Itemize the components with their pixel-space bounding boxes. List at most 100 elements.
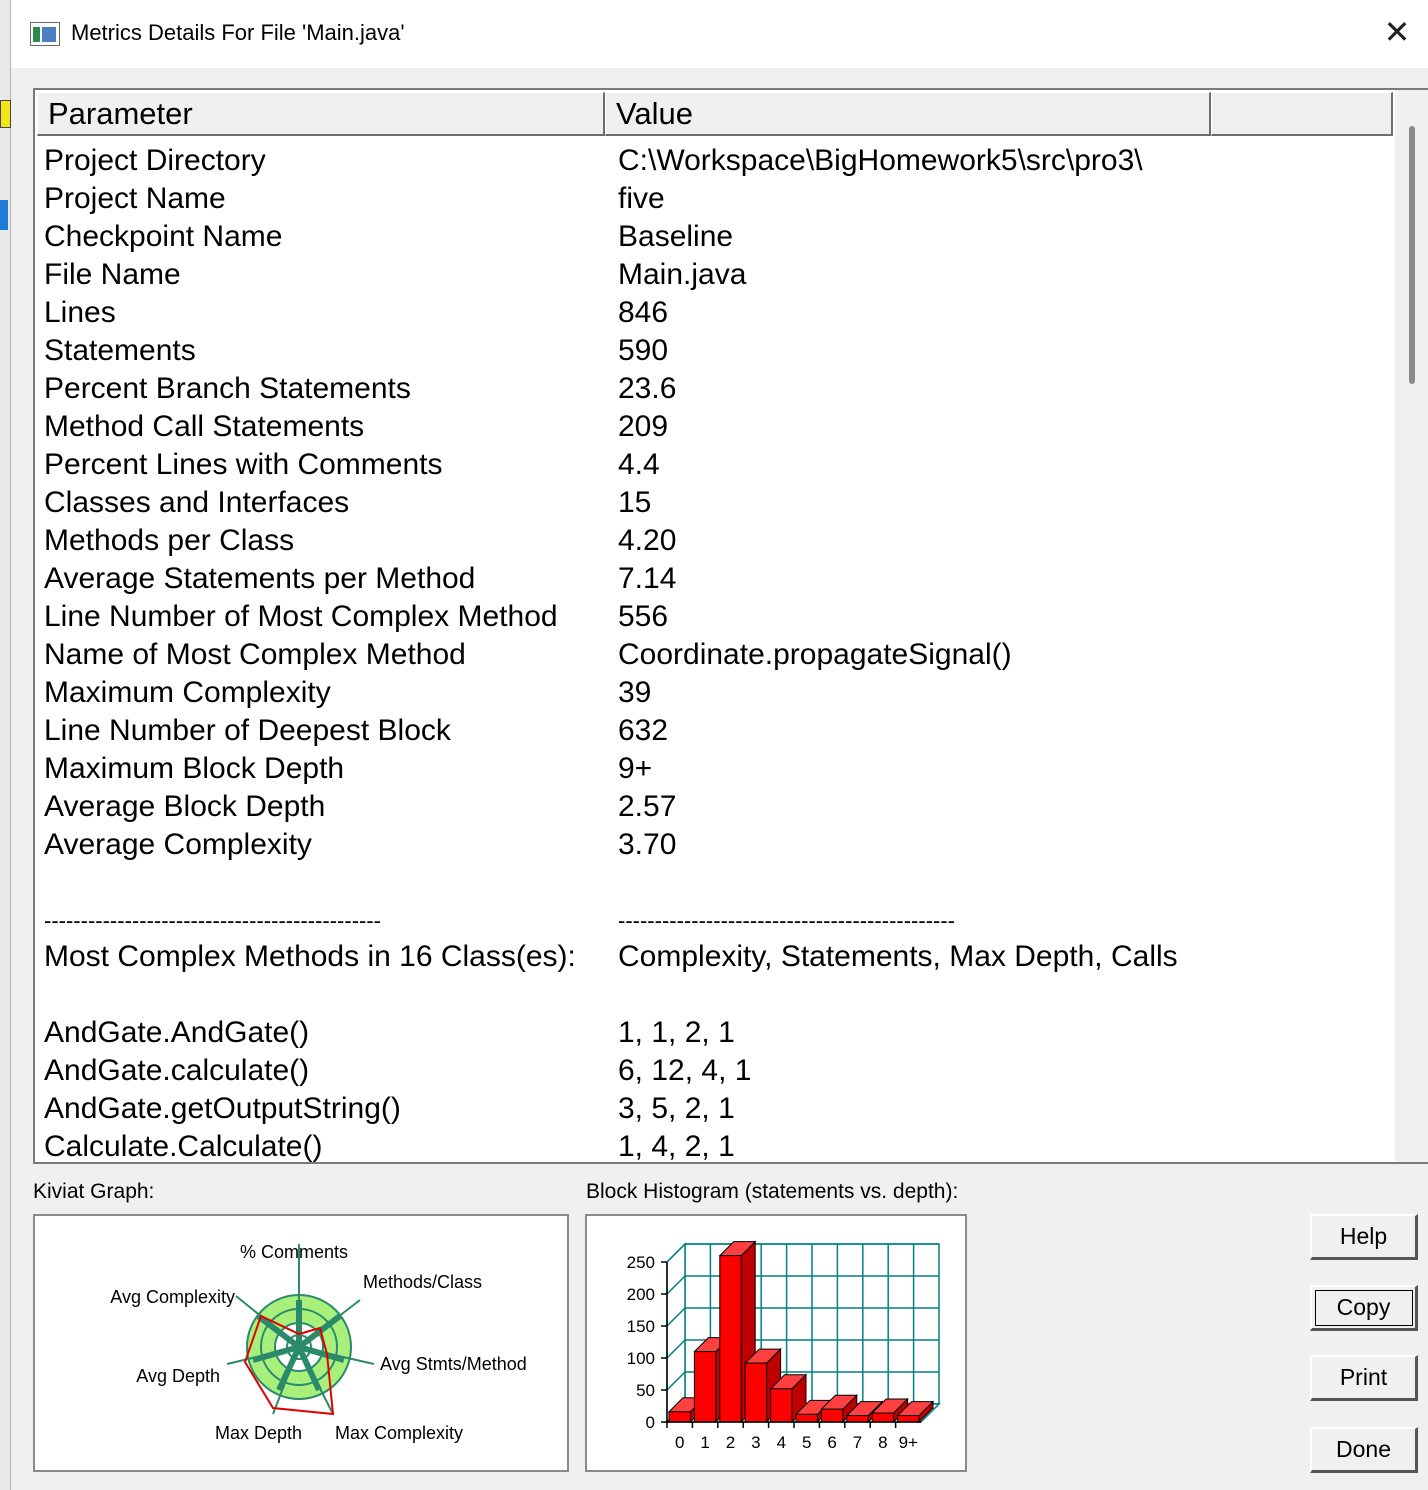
kiviat-svg: % Comments Methods/Class Avg Stmts/Method M…	[110, 1242, 527, 1443]
vertical-scrollbar[interactable]	[1395, 90, 1428, 1162]
background-window-edge	[0, 0, 11, 1490]
parameter-cell: ----------------------------------------…	[44, 908, 382, 933]
histogram-x-tick-label: 6	[827, 1433, 836, 1452]
table-row[interactable]: Method Call Statements 209	[35, 408, 1395, 446]
metrics-dialog: Metrics Details For File 'Main.java' ✕ P…	[11, 0, 1428, 1490]
table-row[interactable]: Lines 846	[35, 294, 1395, 332]
parameter-cell: AndGate.AndGate()	[44, 1016, 310, 1049]
histogram-bar	[795, 1413, 818, 1423]
histogram-bar	[719, 1255, 742, 1423]
table-row[interactable]: Average Block Depth 2.57	[35, 788, 1395, 826]
method-row[interactable]: Calculate.Calculate() 1, 4, 2, 1	[35, 1128, 1395, 1163]
parameter-cell: Method Call Statements	[44, 410, 365, 443]
column-header-value[interactable]: Value	[605, 92, 1211, 136]
histogram-y-tick-label: 150	[627, 1317, 655, 1336]
copy-button[interactable]: Copy	[1310, 1285, 1418, 1331]
table-row[interactable]: Maximum Block Depth 9+	[35, 750, 1395, 788]
block-histogram: 0 50 100 150 200 250 0 1 2 3 4 5 6 7 8 9+	[585, 1214, 967, 1472]
value-cell: 6, 12, 4, 1	[618, 1054, 752, 1087]
table-row[interactable]: Percent Branch Statements 23.6	[35, 370, 1395, 408]
table-row[interactable]: Line Number of Deepest Block 632	[35, 712, 1395, 750]
help-button[interactable]: Help	[1310, 1214, 1418, 1260]
histogram-x-tick-label: 9+	[899, 1433, 918, 1452]
metrics-table[interactable]: Parameter Value Project Directory C:\Work…	[33, 88, 1428, 1164]
parameter-cell: Maximum Complexity	[44, 676, 331, 709]
parameter-cell: Project Name	[44, 182, 226, 215]
histogram-bar	[871, 1412, 895, 1423]
block-histogram-label: Block Histogram (statements vs. depth):	[586, 1180, 959, 1203]
methods-header-row[interactable]: Most Complex Methods in 16 Class(es): Com…	[35, 938, 1395, 976]
separator-row[interactable]: ----------------------------------------…	[35, 902, 1395, 940]
table-row[interactable]: Average Complexity 3.70	[35, 826, 1395, 864]
parameter-cell: Name of Most Complex Method	[44, 638, 466, 671]
table-row[interactable]: Project Directory C:\Workspace\BigHomewor…	[35, 142, 1395, 180]
parameter-cell: Statements	[44, 334, 196, 367]
kiviat-axis-label: Avg Complexity	[110, 1287, 235, 1307]
histogram-x-tick-label: 4	[777, 1433, 786, 1452]
background-marker	[0, 200, 8, 230]
parameter-cell: Methods per Class	[44, 524, 295, 557]
histogram-bar	[693, 1351, 717, 1423]
value-cell: 632	[618, 714, 669, 747]
scrollbar-thumb[interactable]	[1409, 126, 1415, 384]
histogram-y-tick-label: 50	[636, 1381, 655, 1400]
table-row[interactable]: File Name Main.java	[35, 256, 1395, 294]
kiviat-axis-label: Avg Stmts/Method	[380, 1354, 527, 1374]
table-row[interactable]: Statements 590	[35, 332, 1395, 370]
kiviat-axis-label: % Comments	[240, 1242, 348, 1262]
value-cell: 3, 5, 2, 1	[618, 1092, 735, 1125]
parameter-cell: AndGate.calculate()	[44, 1054, 310, 1087]
parameter-cell: Average Statements per Method	[44, 562, 476, 595]
title-bar: Metrics Details For File 'Main.java' ✕	[11, 0, 1428, 68]
kiviat-graph: % Comments Methods/Class Avg Stmts/Method M…	[33, 1214, 569, 1472]
histogram-bar	[846, 1415, 869, 1423]
histogram-x-tick-label: 1	[700, 1433, 709, 1452]
table-row[interactable]: Checkpoint Name Baseline	[35, 218, 1395, 256]
table-row[interactable]: Methods per Class 4.20	[35, 522, 1395, 560]
column-header-parameter[interactable]: Parameter	[37, 92, 605, 136]
histogram-y-tick-label: 250	[627, 1253, 655, 1272]
value-cell: Complexity, Statements, Max Depth, Calls	[618, 940, 1178, 973]
parameter-cell: AndGate.getOutputString()	[44, 1092, 401, 1125]
value-cell: 1, 4, 2, 1	[618, 1130, 735, 1163]
value-cell: 4.20	[618, 524, 677, 557]
table-row[interactable]: Line Number of Most Complex Method 556	[35, 598, 1395, 636]
parameter-cell: Project Directory	[44, 144, 266, 177]
close-button[interactable]: ✕	[1366, 0, 1428, 66]
value-cell: 15	[618, 486, 652, 519]
table-row[interactable]: Classes and Interfaces 15	[35, 484, 1395, 522]
table-row[interactable]: Name of Most Complex Method Coordinate.pr…	[35, 636, 1395, 674]
table-row[interactable]: Average Statements per Method 7.14	[35, 560, 1395, 598]
value-cell: 23.6	[618, 372, 677, 405]
app-chart-icon	[30, 22, 60, 46]
window-title: Metrics Details For File 'Main.java'	[71, 20, 405, 45]
value-cell: Coordinate.propagateSignal()	[618, 638, 1012, 671]
column-header-blank[interactable]	[1211, 92, 1393, 136]
histogram-x-tick-label: 0	[675, 1433, 684, 1452]
print-button[interactable]: Print	[1310, 1355, 1418, 1401]
histogram-y-tick-label: 200	[627, 1285, 655, 1304]
kiviat-axis-label: Max Complexity	[335, 1423, 463, 1443]
method-row[interactable]: AndGate.AndGate() 1, 1, 2, 1	[35, 1014, 1395, 1052]
method-row[interactable]: AndGate.calculate() 6, 12, 4, 1	[35, 1052, 1395, 1090]
value-cell: 2.57	[618, 790, 677, 823]
kiviat-axis-label: Avg Depth	[136, 1366, 220, 1386]
done-button[interactable]: Done	[1310, 1427, 1418, 1473]
method-row[interactable]: AndGate.getOutputString() 3, 5, 2, 1	[35, 1090, 1395, 1128]
histogram-x-tick-label: 7	[853, 1433, 862, 1452]
value-cell: 7.14	[618, 562, 677, 595]
parameter-cell: Most Complex Methods in 16 Class(es):	[44, 940, 576, 973]
parameter-cell: File Name	[44, 258, 181, 291]
table-row[interactable]: Percent Lines with Comments 4.4	[35, 446, 1395, 484]
background-marker	[0, 100, 11, 128]
value-cell: Baseline	[618, 220, 734, 253]
table-row[interactable]: Project Name five	[35, 180, 1395, 218]
parameter-cell: Maximum Block Depth	[44, 752, 345, 785]
value-cell: Main.java	[618, 258, 747, 291]
parameter-cell: Percent Lines with Comments	[44, 448, 443, 481]
value-cell: 209	[618, 410, 669, 443]
value-cell: 9+	[618, 752, 653, 785]
parameter-cell: Lines	[44, 296, 116, 329]
table-row[interactable]: Maximum Complexity 39	[35, 674, 1395, 712]
value-cell: 556	[618, 600, 669, 633]
